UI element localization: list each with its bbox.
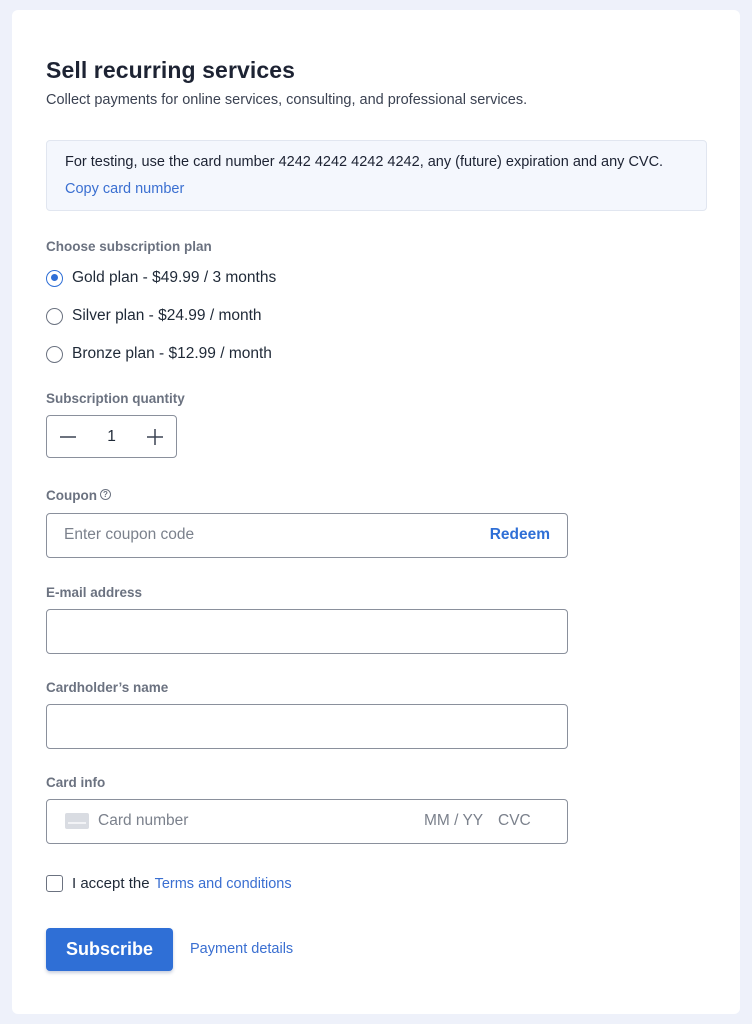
coupon-label: Coupon? [46, 488, 111, 503]
cardholder-label: Cardholder’s name [46, 680, 169, 695]
copy-card-number-link[interactable]: Copy card number [65, 181, 184, 197]
terms-row: I accept the Terms and conditions [46, 875, 292, 892]
quantity-label: Subscription quantity [46, 391, 185, 406]
test-card-notice: For testing, use the card number 4242 42… [46, 140, 707, 211]
coupon-label-text: Coupon [46, 488, 97, 503]
coupon-field[interactable]: Redeem [46, 513, 568, 558]
card-cvc-input[interactable]: CVC [498, 812, 531, 830]
email-label: E-mail address [46, 585, 143, 600]
checkout-card: Sell recurring services Collect payments… [12, 10, 740, 1014]
plan-option-bronze[interactable]: Bronze plan - $12.99 / month [46, 345, 272, 363]
email-field[interactable] [46, 609, 568, 654]
payment-details-link[interactable]: Payment details [190, 941, 293, 957]
plan-option-gold[interactable]: Gold plan - $49.99 / 3 months [46, 269, 276, 287]
credit-card-icon [65, 813, 89, 829]
cardholder-input[interactable] [64, 705, 444, 747]
radio-gold[interactable] [46, 269, 63, 287]
coupon-input[interactable] [64, 514, 444, 556]
page-subtitle: Collect payments for online services, co… [46, 92, 528, 108]
card-expiry-input[interactable]: MM / YY [424, 812, 483, 830]
terms-checkbox[interactable] [46, 875, 63, 892]
terms-text: I accept the [72, 875, 150, 892]
email-input[interactable] [64, 610, 444, 652]
plan-option-label: Silver plan - $24.99 / month [72, 307, 262, 324]
page-title: Sell recurring services [46, 57, 296, 83]
radio-silver[interactable] [46, 307, 63, 325]
plan-label: Choose subscription plan [46, 239, 212, 254]
redeem-button[interactable]: Redeem [490, 526, 550, 544]
quantity-stepper: 1 [46, 415, 177, 458]
terms-link[interactable]: Terms and conditions [155, 876, 292, 892]
quantity-value[interactable]: 1 [107, 428, 116, 446]
plan-option-label: Gold plan - $49.99 / 3 months [72, 269, 277, 286]
notice-text: For testing, use the card number 4242 42… [65, 154, 664, 170]
plan-option-label: Bronze plan - $12.99 / month [72, 345, 272, 362]
subscribe-button[interactable]: Subscribe [46, 928, 173, 971]
plan-option-silver[interactable]: Silver plan - $24.99 / month [46, 307, 262, 325]
question-circle-icon[interactable]: ? [99, 489, 111, 500]
cardholder-field[interactable] [46, 704, 568, 749]
minus-icon[interactable] [47, 417, 89, 457]
card-info-field[interactable]: Card number MM / YY CVC [46, 799, 568, 844]
card-number-input[interactable]: Card number [98, 812, 188, 830]
card-info-label: Card info [46, 775, 106, 790]
radio-bronze[interactable] [46, 345, 63, 363]
plus-icon[interactable] [134, 417, 176, 457]
